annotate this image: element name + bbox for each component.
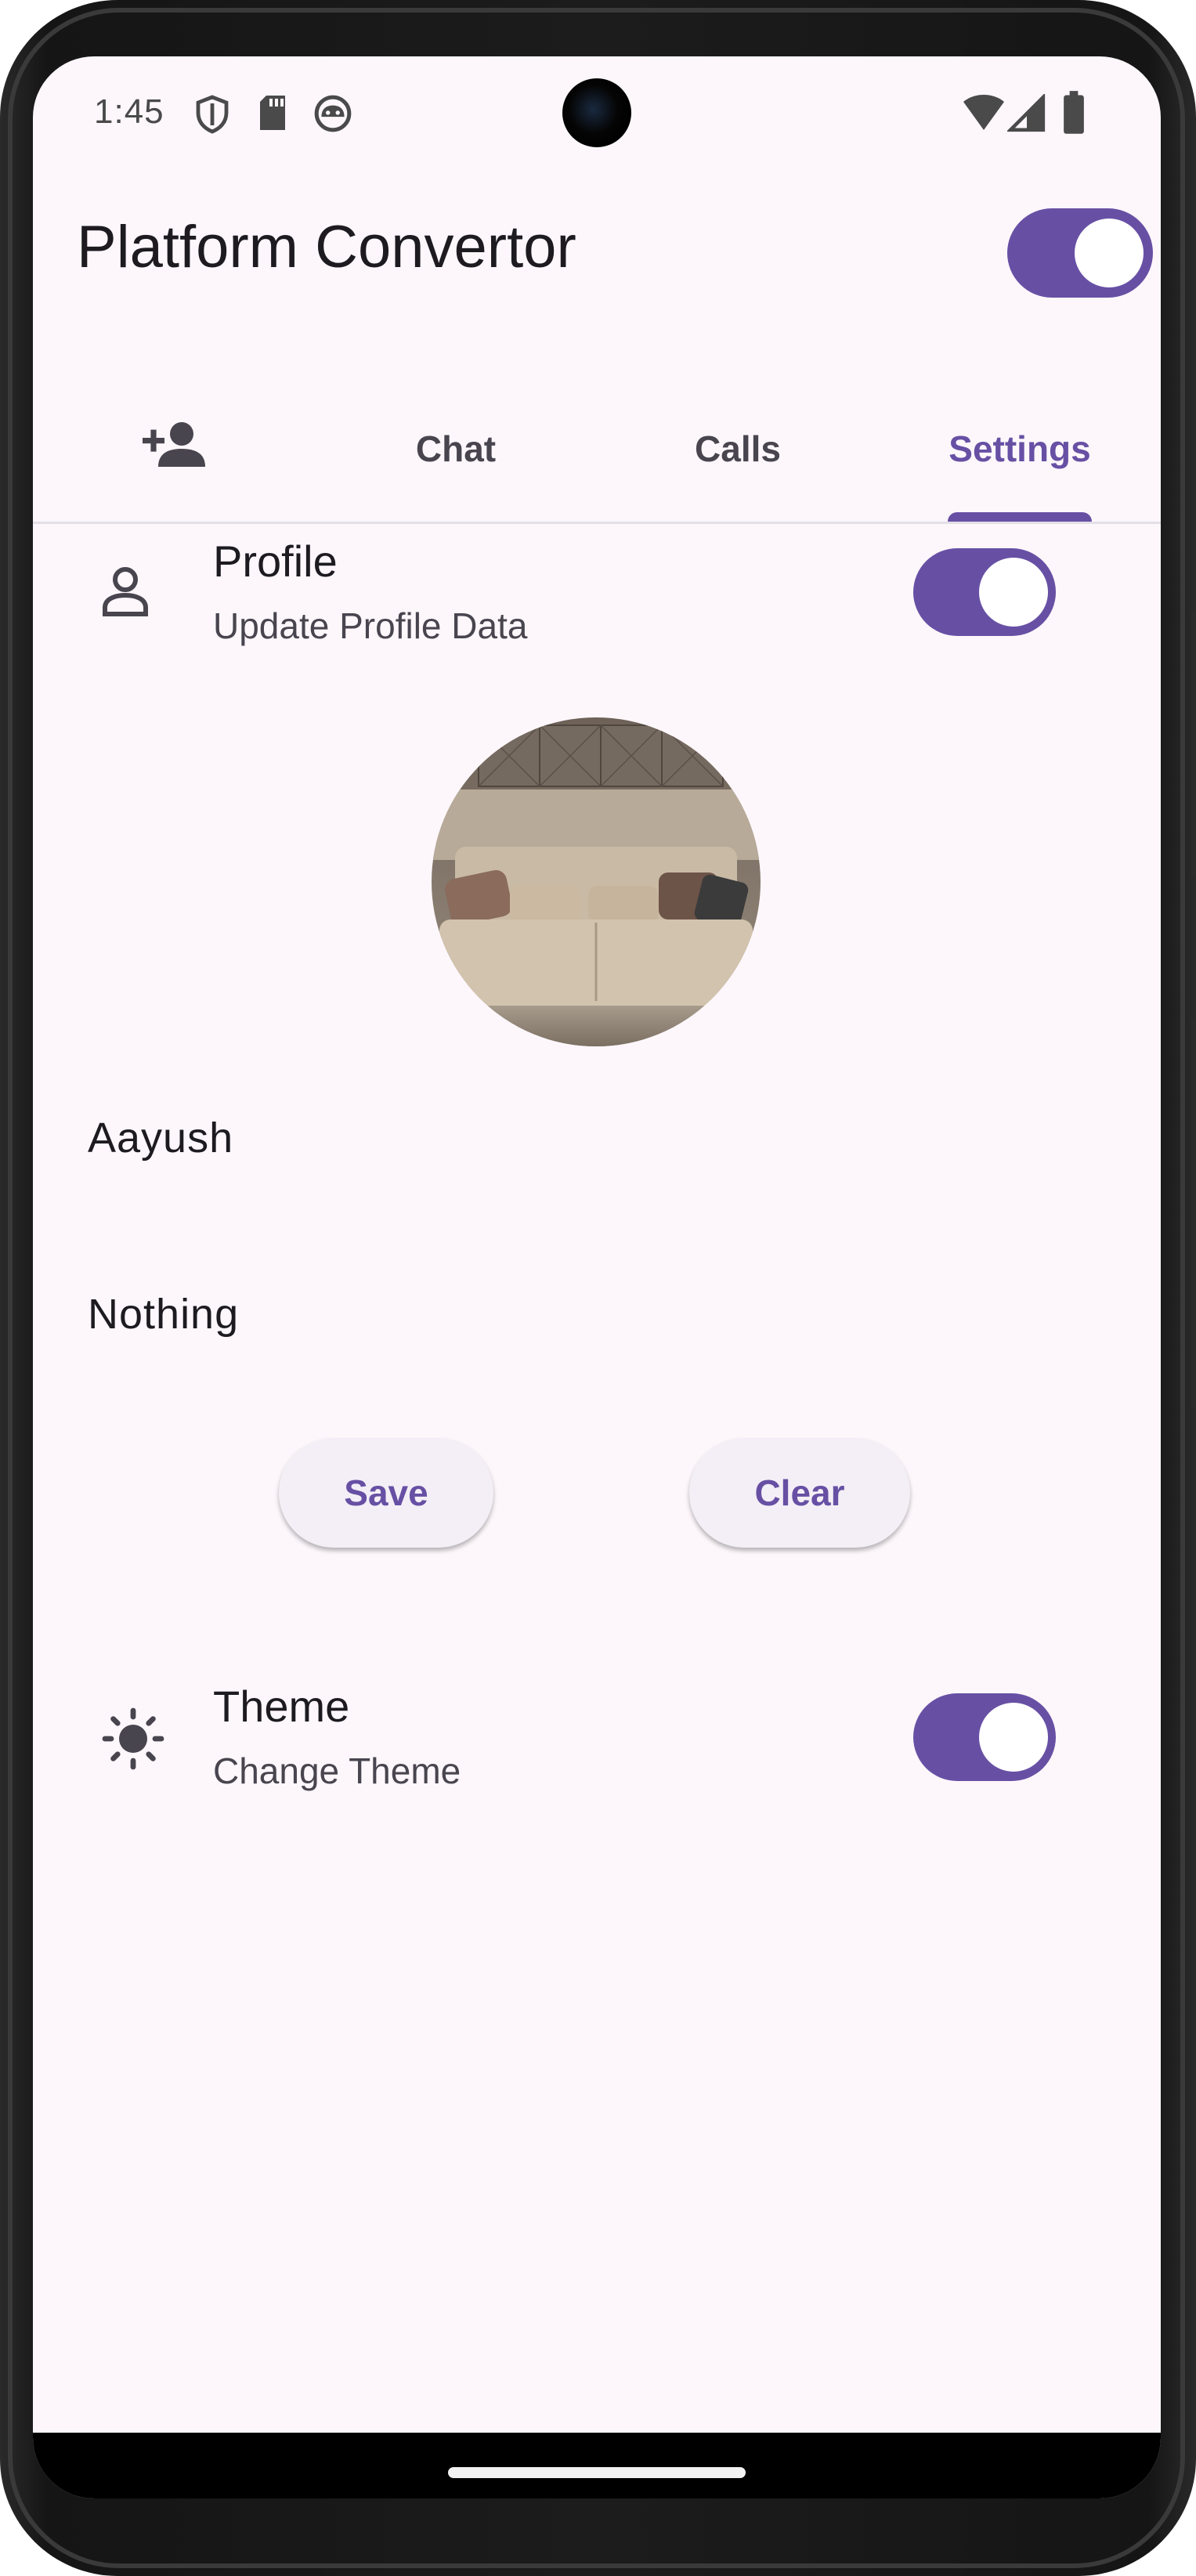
- app-bar-platform-switch[interactable]: [1007, 208, 1153, 298]
- shield-icon: [193, 94, 231, 139]
- tab-calls[interactable]: Calls: [597, 376, 879, 522]
- profile-switch[interactable]: [913, 548, 1056, 636]
- person-outline-icon: [100, 565, 150, 623]
- clear-button[interactable]: Clear: [689, 1438, 910, 1548]
- cell-signal-icon: [1006, 92, 1046, 137]
- theme-subtitle: Change Theme: [213, 1750, 461, 1791]
- tab-chat[interactable]: Chat: [315, 376, 597, 522]
- tab-add-contact[interactable]: [33, 376, 315, 522]
- tab-settings[interactable]: Settings: [879, 376, 1161, 522]
- android-face-icon: [313, 94, 352, 137]
- bio-field[interactable]: Nothing: [88, 1290, 239, 1339]
- wifi-icon: [962, 92, 1006, 137]
- person-add-icon: [141, 420, 207, 479]
- theme-title: Theme: [213, 1682, 350, 1731]
- switch-knob: [979, 1703, 1048, 1772]
- theme-switch[interactable]: [913, 1693, 1056, 1781]
- profile-subtitle: Update Profile Data: [213, 605, 528, 646]
- save-button[interactable]: Save: [279, 1438, 493, 1548]
- app-title: Platform Convertor: [77, 214, 576, 280]
- tab-indicator: [948, 512, 1092, 522]
- switch-knob: [979, 558, 1048, 627]
- status-time: 1:45: [94, 92, 164, 131]
- front-camera: [562, 78, 631, 147]
- power-button: [1191, 611, 1196, 877]
- status-bar: 1:45: [33, 56, 1161, 174]
- profile-avatar[interactable]: [432, 717, 761, 1046]
- sun-icon: [102, 1707, 164, 1774]
- battery-icon: [1062, 91, 1086, 139]
- profile-title: Profile: [213, 537, 338, 586]
- phone-frame: 1:45 Platform Convertor Chat Calls Setti…: [0, 0, 1196, 2576]
- system-nav-bar: [33, 2433, 1161, 2498]
- tab-bar: Chat Calls Settings: [33, 376, 1161, 524]
- phone-screen: 1:45 Platform Convertor Chat Calls Setti…: [33, 56, 1161, 2498]
- volume-button: [1191, 1018, 1196, 1410]
- name-field[interactable]: Aayush: [88, 1114, 233, 1162]
- sd-card-icon: [257, 94, 288, 135]
- home-gesture-handle[interactable]: [448, 2467, 746, 2478]
- switch-knob: [1075, 219, 1144, 287]
